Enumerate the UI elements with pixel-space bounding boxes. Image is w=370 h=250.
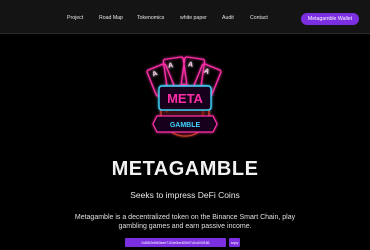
nav-item-project[interactable]: Project [67, 15, 83, 21]
nav-item-tokenomics[interactable]: Tokenomics [137, 15, 164, 21]
nav-item-white-paper[interactable]: white paper [180, 15, 207, 21]
contract-address-field[interactable]: 0xB5f2e6fb3eee7104e0be4f0b97d1c600f186 [125, 238, 226, 247]
card-rank-2: A [168, 62, 174, 70]
neon-cards-logo-icon: A A A A META GAMBLE [146, 56, 222, 137]
metagamble-wallet-button[interactable]: Metagamble Wallet [301, 13, 359, 25]
top-navigation-bar: Project Road Map Tokenomics white paper … [0, 0, 370, 34]
page-title: METAGAMBLE [111, 158, 259, 180]
nav-item-road-map[interactable]: Road Map [99, 15, 123, 21]
page-subtitle: Seeks to impress DeFi Coins [130, 190, 240, 200]
nav-item-contact[interactable]: Contact [250, 15, 268, 21]
metagamble-logo: A A A A META GAMBLE [133, 52, 237, 148]
card-rank-4: A [203, 68, 210, 76]
project-description: Metagamble is a decentralized token on t… [74, 214, 296, 230]
logo-word-meta: META [167, 91, 203, 106]
nav-item-audit[interactable]: Audit [222, 15, 234, 21]
card-rank-3: A [187, 61, 193, 69]
logo-word-gamble: GAMBLE [170, 122, 201, 129]
copy-button[interactable]: copy [229, 238, 240, 247]
card-rank-1: A [151, 70, 158, 78]
